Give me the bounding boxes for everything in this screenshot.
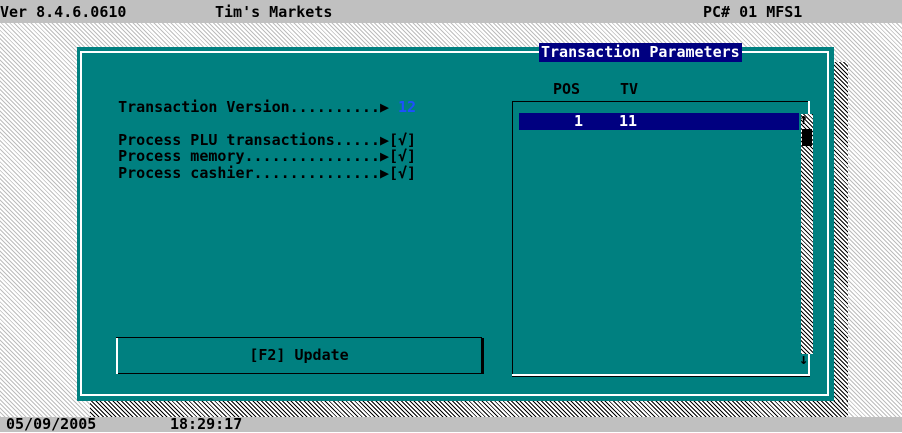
dialog-title: Transaction Parameters [539,43,742,62]
process-cashier-checkbox[interactable]: [√] [389,164,416,182]
status-date: 05/09/2005 [6,415,97,433]
pc-info: PC# 01 MFS1 [703,3,803,21]
field-transaction-version[interactable]: Transaction Version..........▶ 12 [100,80,416,116]
update-button-label: [F2] Update [249,346,349,364]
dialog-shadow-right [834,62,848,418]
field-process-cashier[interactable]: Process cashier..............▶[√] [100,146,416,182]
update-button[interactable]: [F2] Update [116,337,484,374]
scroll-down-arrow-icon[interactable]: ↓ [799,352,808,367]
list-item[interactable]: 1 11 [519,113,799,130]
scroll-up-arrow-icon[interactable]: ↑ [799,112,808,127]
pos-tv-list[interactable] [512,101,810,377]
list-scrollbar[interactable] [801,114,813,354]
status-time: 18:29:17 [170,415,243,433]
scrollbar-thumb[interactable] [802,129,812,146]
row-tv: 11 [619,112,638,130]
store-name: Tim's Markets [215,3,333,21]
field-label: Process cashier..............▶ [118,164,389,182]
list-frame-edge [512,374,810,376]
bottom-status-bar: 05/09/2005 18:29:17 [0,415,902,433]
button-frame-right [482,338,484,374]
top-status-bar: Ver 8.4.6.0610 Tim's Markets PC# 01 MFS1 [0,0,902,23]
column-header-pos: POS [553,80,581,98]
row-pos: 1 [574,112,584,130]
version-label: Ver 8.4.6.0610 [0,3,127,21]
column-header-tv: TV [620,80,639,98]
